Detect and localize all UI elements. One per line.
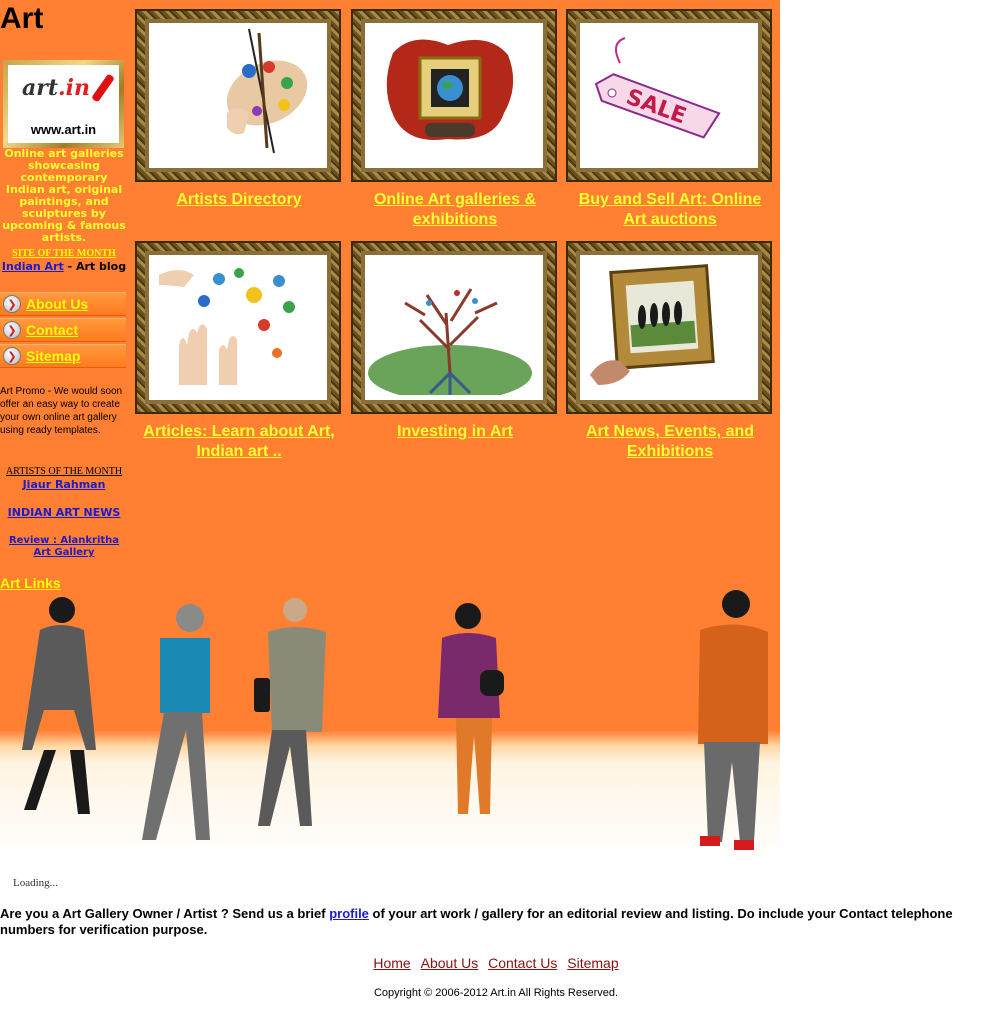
sale-tag-icon: SALE [576, 19, 762, 172]
tree-icon [361, 251, 547, 404]
loading-indicator: Loading... [13, 877, 58, 889]
main-orange-panel: Art art.in www.art.in Online art galleri… [0, 0, 780, 591]
site-title: Art [0, 2, 44, 35]
nav-contact[interactable]: ❯ Contact [0, 318, 126, 342]
nav-about-us[interactable]: ❯ About Us [0, 292, 126, 316]
owner-message-before: Are you a Art Gallery Owner / Artist ? S… [0, 906, 330, 921]
gilded-frame [351, 9, 557, 182]
site-of-month-title: SITE OF THE MONTH [12, 248, 116, 259]
tile-investing[interactable]: Investing in Art [351, 241, 559, 442]
footer-home-link[interactable]: Home [373, 955, 410, 971]
logo-wordmark: art.in [22, 75, 91, 101]
gallery-owner-message: Are you a Art Gallery Owner / Artist ? S… [0, 906, 990, 938]
gilded-frame [566, 241, 772, 414]
copyright-notice: Copyright © 2006-2012 Art.in All Rights … [373, 987, 619, 999]
tile-label: Buy and Sell Art: Online Art auctions [578, 191, 762, 228]
nav-sitemap-label: Sitemap [26, 348, 81, 364]
gilded-frame [135, 9, 341, 182]
brush-icon [91, 73, 115, 103]
footer-contact-link[interactable]: Contact Us [488, 955, 557, 971]
footer-nav: Home About Us Contact Us Sitemap [0, 955, 992, 971]
nav-sitemap[interactable]: ❯ Sitemap [0, 344, 126, 368]
gilded-frame: SALE [566, 9, 772, 182]
gallery-visitors-banner [0, 590, 780, 860]
site-of-month: Indian Art - Art blog [0, 260, 128, 273]
footer-about-link[interactable]: About Us [421, 955, 479, 971]
visitor-figure [22, 597, 96, 814]
tile-art-news[interactable]: Art News, Events, and Exhibitions [566, 241, 774, 462]
tile-articles[interactable]: Articles: Learn about Art, Indian art .. [135, 241, 343, 462]
artists-of-month-title: ARTISTS OF THE MONTH [5, 466, 123, 477]
arrow-right-icon: ❯ [3, 321, 21, 339]
footer-sitemap-link[interactable]: Sitemap [567, 955, 618, 971]
gilded-frame [351, 241, 557, 414]
art-promo-text: Art Promo - We would soon offer an easy … [0, 386, 123, 436]
nav-contact-label: Contact [26, 322, 79, 338]
tile-buy-sell-art[interactable]: SALE Buy and Sell Art: Online Art auctio… [566, 9, 774, 230]
site-of-month-link[interactable]: Indian Art [2, 260, 64, 273]
artists-of-month-link[interactable]: Jiaur Rahman [0, 478, 128, 491]
gilded-frame [135, 241, 341, 414]
site-description: Online art galleries showcasing contempo… [2, 147, 126, 244]
framed-painting-icon [576, 251, 762, 404]
tile-label: Artists Directory [176, 191, 302, 208]
arrow-right-icon: ❯ [3, 295, 21, 313]
tile-label: Investing in Art [397, 423, 513, 440]
profile-link[interactable]: profile [329, 906, 369, 921]
tile-label: Online Art galleries & exhibitions [373, 191, 537, 228]
palette-icon [145, 19, 331, 172]
tile-artists-directory[interactable]: Artists Directory [135, 9, 343, 210]
gallery-frame-icon [361, 19, 547, 172]
arrow-right-icon: ❯ [3, 347, 21, 365]
art-links-link[interactable]: Art Links [0, 575, 61, 591]
tile-label: Art News, Events, and Exhibitions [585, 423, 755, 460]
tile-online-galleries[interactable]: Online Art galleries & exhibitions [351, 9, 559, 230]
indian-art-news-link[interactable]: INDIAN ART NEWS [0, 506, 128, 519]
gallery-visitors-illustration [22, 590, 768, 850]
site-logo[interactable]: art.in www.art.in [3, 60, 124, 148]
logo-url: www.art.in [30, 122, 97, 137]
paint-hands-icon [145, 251, 331, 404]
logo-image: art.in www.art.in [8, 65, 119, 143]
nav-about-us-label: About Us [26, 296, 89, 312]
review-link[interactable]: Review : Alankritha Art Gallery [6, 535, 122, 559]
tile-label: Articles: Learn about Art, Indian art .. [143, 423, 335, 460]
site-of-month-suffix: - Art blog [63, 260, 127, 273]
